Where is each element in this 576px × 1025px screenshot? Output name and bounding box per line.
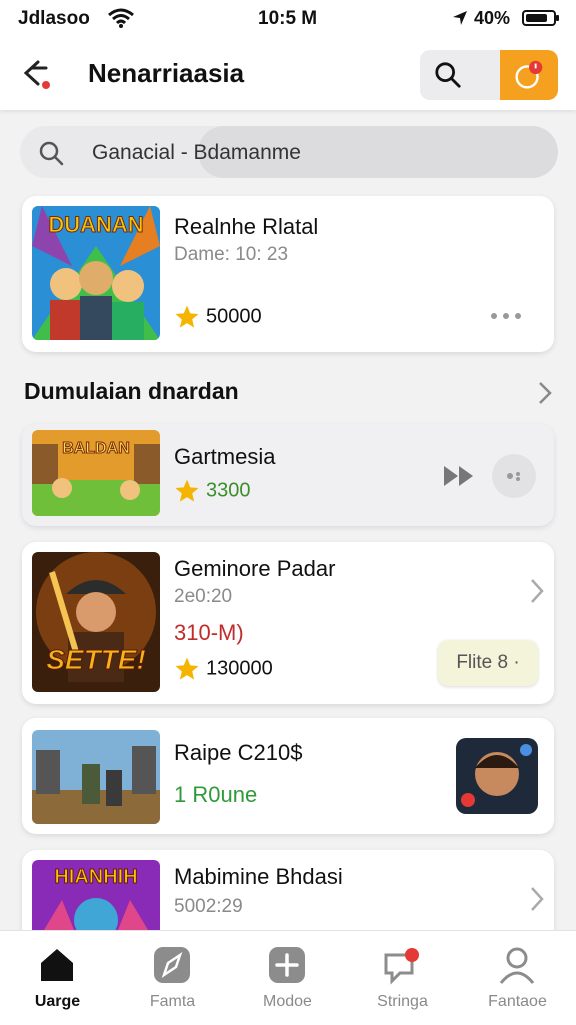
item-thumbnail [32,730,160,824]
item-price: 310-M) [174,620,244,645]
star-icon [175,305,199,328]
battery-icon [522,10,559,26]
item-action-button[interactable]: Flite 8 · [438,640,538,686]
battery-level [526,14,547,22]
item-title: Raipe C210$ [174,740,303,765]
controller-icon [507,472,520,481]
list-item[interactable]: SETTE! Geminore Padar 2e0:20 310-M) 1300… [22,542,554,704]
bottom-nav: Uarge Famta Modoe Stringa Fantaoe [0,930,576,1025]
nav-label: Fantaoe [488,993,547,1010]
item-title: Geminore Padar [174,556,336,581]
search-input[interactable] [90,126,534,180]
game-controller-button[interactable] [492,454,536,498]
home-icon [41,949,73,981]
featured-rating: 50000 [174,304,262,330]
item-subtitle: 5002:29 [174,896,243,917]
chevron-right-icon[interactable] [538,381,552,405]
carrier-label: Jdlasoo [18,8,90,29]
nav-label: Uarge [34,993,81,1010]
chevron-right-icon[interactable] [530,886,544,912]
nav-messages[interactable]: Stringa [345,931,460,1025]
profile-icon [499,947,535,984]
location-arrow-icon [453,11,467,25]
page-title: Nenarriaasia [88,58,245,88]
more-dots-icon[interactable] [490,312,522,320]
fast-forward-icon[interactable] [442,464,476,488]
nav-home[interactable]: Uarge [0,931,115,1025]
star-icon [175,657,199,680]
featured-subtitle: Dame: 10: 23 [174,244,289,265]
item-thumbnail: SETTE! [32,552,160,692]
item-thumbnail-text: HIANHIH [54,866,138,889]
list-item[interactable]: Raipe C210$ 1 R0une [22,718,554,834]
nav-add[interactable]: Modoe [230,931,345,1025]
featured-title: Realnhe Rlatal [174,214,319,239]
chat-icon [384,948,419,985]
nav-label: Stringa [377,993,428,1010]
item-thumbnail-text: SETTE! [46,644,147,676]
app-header: Nenarriaasia [0,36,576,110]
back-button[interactable] [16,52,58,94]
featured-rating-value: 50000 [206,305,262,328]
notification-button[interactable] [500,50,558,100]
item-title: Gartmesia [174,444,276,469]
avatar-image [456,738,538,814]
nav-label: Famta [149,993,196,1010]
nav-label: Modoe [263,993,312,1010]
featured-card[interactable]: DUANAN Realnhe Rlatal Dame: 10: 23 50000 [22,196,554,352]
bell-icon [515,60,543,89]
avatar [456,738,538,814]
search-icon [435,62,461,88]
header-search-button[interactable] [420,50,500,100]
clock: 10:5 M [258,8,318,29]
item-title: Mabimine Bhdasi [174,864,343,889]
item-status: 1 R0une [174,782,258,807]
featured-banner-text: DUANAN [48,212,144,238]
item-rating: 130000 [174,656,273,682]
item-rating-value: 130000 [206,657,273,680]
search-icon [39,141,64,166]
wifi-icon [108,8,134,28]
item-thumbnail: BALDAN [32,430,160,516]
item-rating: 3300 [174,478,251,504]
list-item[interactable]: BALDAN Gartmesia 3300 [22,424,554,526]
plus-icon [269,947,305,983]
featured-thumbnail: DUANAN [32,206,160,340]
item-thumbnail-text: BALDAN [62,440,131,458]
section-title: Dumulaian dnardan [24,378,239,404]
compass-icon [154,947,190,983]
nav-explore[interactable]: Famta [115,931,230,1025]
item-rating-value: 3300 [206,479,251,502]
chevron-right-icon[interactable] [530,578,544,604]
battery-percent: 40% [474,8,511,28]
nav-profile[interactable]: Fantaoe [460,931,575,1025]
star-icon [175,479,199,502]
status-bar: Jdlasoo 10:5 M 40% [0,0,576,36]
item-subtitle: 2e0:20 [174,586,233,607]
